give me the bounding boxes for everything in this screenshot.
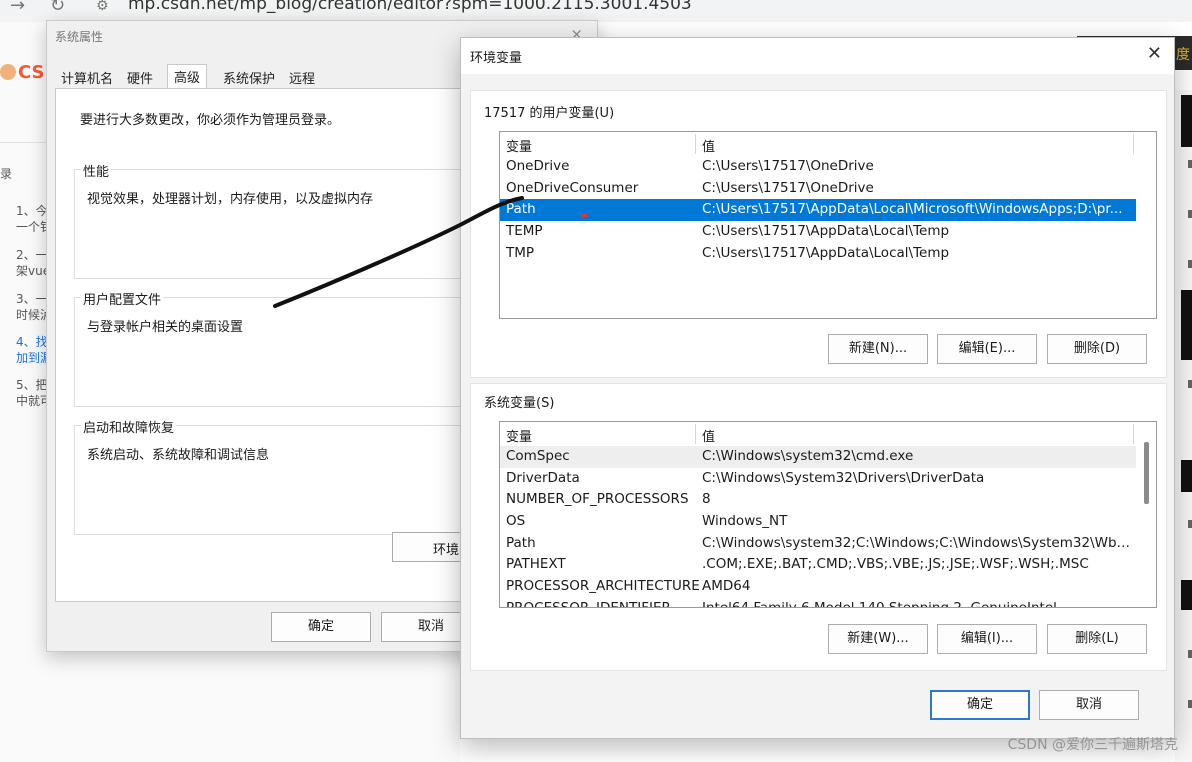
group-description: 与登录帐户相关的桌面设置	[87, 320, 244, 335]
delete-user-variable-button[interactable]: 删除(D)	[1047, 334, 1147, 364]
new-system-variable-button[interactable]: 新建(W)...	[828, 624, 928, 654]
column-header-variable[interactable]: 变量	[506, 426, 532, 445]
admin-notice: 要进行大多数更改，你必须作为管理员登录。	[80, 113, 341, 128]
group-description: 系统启动、系统故障和调试信息	[87, 448, 270, 463]
table-row[interactable]: TEMP C:\Users\17517\AppData\Local\Temp	[500, 221, 1156, 243]
back-icon[interactable]: →	[10, 0, 25, 16]
user-profiles-group: 用户配置文件 与登录帐户相关的桌面设置	[74, 289, 477, 407]
tab-system-protection[interactable]: 系统保护	[217, 66, 281, 88]
scrollbar-thumb[interactable]	[1144, 442, 1149, 504]
column-header-value[interactable]: 值	[702, 136, 715, 155]
list-header: 变量 值	[500, 132, 1156, 156]
address-bar-url[interactable]: mp.csdn.net/mp_blog/creation/editor?spm=…	[128, 0, 692, 14]
red-pen-mark	[582, 214, 587, 217]
performance-group: 性能 视觉效果，处理器计划，内存使用，以及虚拟内存	[74, 161, 477, 279]
group-title: 性能	[81, 161, 112, 180]
title-bar: 环境变量 ✕	[461, 38, 1174, 74]
table-row[interactable]: ComSpec C:\Windows\system32\cmd.exe	[500, 446, 1136, 468]
table-row-selected[interactable]: Path C:\Users\17517\AppData\Local\Microso…	[500, 199, 1136, 222]
dialog-title: 系统属性	[55, 30, 104, 44]
close-icon[interactable]: ✕	[1147, 43, 1162, 64]
header-divider	[0, 142, 50, 143]
table-row[interactable]: Path C:\Windows\system32;C:\Windows;C:\Wi…	[500, 533, 1156, 555]
group-description: 视觉效果，处理器计划，内存使用，以及虚拟内存	[87, 192, 374, 207]
ok-button[interactable]: 确定	[271, 612, 371, 642]
tab-remote[interactable]: 远程	[283, 66, 321, 88]
list-header: 变量 值	[500, 422, 1156, 446]
table-row[interactable]: OneDriveConsumer C:\Users\17517\OneDrive	[500, 178, 1156, 200]
system-variables-label: 系统变量(S)	[484, 396, 555, 411]
group-title: 启动和故障恢复	[81, 417, 177, 436]
table-row[interactable]: NUMBER_OF_PROCESSORS 8	[500, 489, 1156, 511]
browser-toolbar: → ↻ ⚙ mp.csdn.net/mp_blog/creation/edito…	[0, 0, 1192, 22]
user-variables-list[interactable]: 变量 值 OneDrive C:\Users\17517\OneDrive One…	[499, 131, 1157, 319]
startup-recovery-group: 启动和故障恢复 系统启动、系统故障和调试信息	[74, 417, 477, 535]
table-row[interactable]: TMP C:\Users\17517\AppData\Local\Temp	[500, 243, 1156, 265]
table-row[interactable]: PROCESSOR_IDENTIFIER Intel64 Family 6 Mod…	[500, 598, 1156, 607]
group-title: 用户配置文件	[81, 289, 164, 308]
table-row[interactable]: PATHEXT .COM;.EXE;.BAT;.CMD;.VBS;.VBE;.JS…	[500, 554, 1156, 576]
tab-hardware[interactable]: 硬件	[121, 66, 159, 88]
cancel-button[interactable]: 取消	[1039, 690, 1139, 720]
system-variables-panel: 系统变量(S) 变量 值 ComSpec C:\Windows\system32\…	[470, 383, 1167, 671]
reload-icon[interactable]: ↻	[50, 0, 65, 16]
csdn-watermark: CSDN @爱你三千遍斯塔克	[1007, 737, 1178, 753]
site-info-icon[interactable]: ⚙	[96, 0, 109, 14]
logo-mascot-icon	[0, 64, 16, 80]
environment-variables-dialog: 环境变量 ✕ 17517 的用户变量(U) 变量 值 OneDrive C:\Us…	[460, 37, 1175, 739]
outline-title: 录	[0, 167, 13, 181]
table-row[interactable]: OneDrive C:\Users\17517\OneDrive	[500, 156, 1156, 178]
edit-system-variable-button[interactable]: 编辑(I)...	[937, 624, 1037, 654]
tab-advanced[interactable]: 高级	[167, 64, 208, 89]
table-row[interactable]: OS Windows_NT	[500, 511, 1156, 533]
ok-button[interactable]: 确定	[930, 690, 1030, 720]
column-header-variable[interactable]: 变量	[506, 136, 532, 155]
new-user-variable-button[interactable]: 新建(N)...	[828, 334, 928, 364]
user-variables-panel: 17517 的用户变量(U) 变量 值 OneDrive C:\Users\175…	[470, 90, 1167, 378]
table-row[interactable]: DriverData C:\Windows\System32\Drivers\Dr…	[500, 468, 1156, 490]
dialog-title: 环境变量	[470, 51, 523, 66]
tab-computer-name[interactable]: 计算机名	[55, 66, 119, 88]
right-sidebar	[1175, 90, 1192, 762]
system-variables-list[interactable]: 变量 值 ComSpec C:\Windows\system32\cmd.exe …	[499, 421, 1157, 608]
delete-system-variable-button[interactable]: 删除(L)	[1047, 624, 1147, 654]
edit-user-variable-button[interactable]: 编辑(E)...	[937, 334, 1037, 364]
table-row[interactable]: PROCESSOR_ARCHITECTURE AMD64	[500, 576, 1156, 598]
user-variables-label: 17517 的用户变量(U)	[484, 106, 615, 121]
column-header-value[interactable]: 值	[702, 426, 715, 445]
